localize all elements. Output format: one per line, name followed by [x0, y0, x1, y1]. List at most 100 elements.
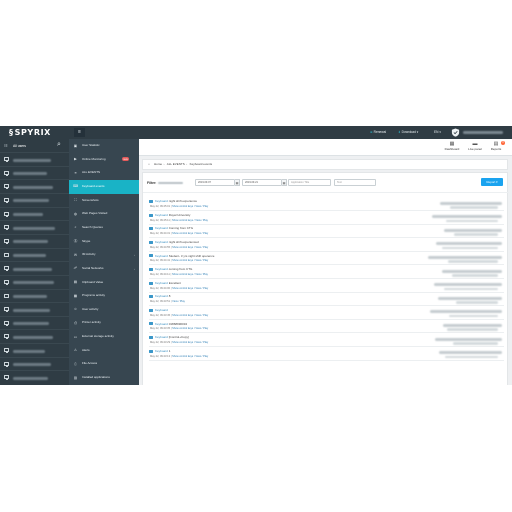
- nav-item-im-activity[interactable]: ✉ IM Activity ‹: [69, 248, 139, 262]
- user-list-item[interactable]: [0, 343, 69, 357]
- event-title: Keyboard 01868990034: [155, 322, 187, 326]
- event-row: Keyboard Student- 3 yrs night shift oper…: [149, 252, 504, 266]
- all-users-header[interactable]: ☷ All users ⌕: [0, 139, 69, 152]
- event-title: Keyboard [Control+Copy]: [155, 335, 189, 339]
- event-action-links[interactable]: Show control keys / View / Play: [172, 287, 208, 290]
- event-action-links[interactable]: Show control keys / View / Play: [172, 219, 208, 222]
- user-list-item[interactable]: [0, 192, 69, 207]
- user-list-item[interactable]: [0, 274, 69, 289]
- nav-item-label: IM Activity: [82, 252, 96, 257]
- nav-item-label: Installed applications: [82, 375, 110, 380]
- users-panel: ☷ All users ⌕: [0, 139, 69, 385]
- calendar-icon[interactable]: ▦: [282, 178, 287, 186]
- user-list-item[interactable]: [0, 206, 69, 221]
- event-action-links[interactable]: Show control keys / View / Play: [172, 205, 208, 208]
- user-list-item[interactable]: [0, 329, 69, 343]
- main-content: ▦ Dashboard ▬ Live panel ▤ Reports 0 ⌂ H…: [139, 139, 512, 385]
- nav-item-search-queries[interactable]: ⌕ Search Queries: [69, 221, 139, 235]
- user-list-item[interactable]: [0, 302, 69, 316]
- application-redacted: [453, 342, 498, 345]
- renewal-link[interactable]: ⊕Renewal: [370, 130, 386, 135]
- breadcrumb-home[interactable]: Home: [154, 162, 162, 166]
- user-name-redacted: [13, 322, 49, 326]
- user-list-item[interactable]: [0, 261, 69, 275]
- nav-item-skype[interactable]: Ⓢ Skype: [69, 235, 139, 249]
- nav-item-label: Programs activity: [82, 293, 106, 298]
- user-list-item[interactable]: [0, 152, 69, 166]
- nav-item-user-activity[interactable]: ☺ User activity: [69, 303, 139, 317]
- hamburger-icon[interactable]: ≡: [74, 128, 85, 137]
- home-icon[interactable]: ⌂: [148, 160, 150, 169]
- spyrix-logo[interactable]: § SPYRIX: [9, 128, 51, 137]
- event-meta: May 22, 09:43:51 | View / Play: [150, 300, 185, 304]
- keyboard-icon: [149, 213, 153, 217]
- nav-item-clipboard-value[interactable]: ▤ Clipboard Value: [69, 276, 139, 290]
- event-action-links[interactable]: Show control keys / View / Play: [172, 232, 208, 235]
- nav-item-keyboard-events[interactable]: ⌨ Keyboard events: [69, 179, 139, 194]
- user-list-item[interactable]: [0, 370, 69, 384]
- nav-item-installed-applications[interactable]: ▥ Installed applications: [69, 371, 139, 385]
- application-redacted: [444, 287, 498, 291]
- monitor-icon: [4, 293, 9, 299]
- application-title-input[interactable]: Application Title: [288, 178, 331, 186]
- report-button[interactable]: Report ▾: [481, 178, 503, 186]
- nav-item-external-storage-activity[interactable]: ▭ External storage activity: [69, 330, 139, 344]
- reports-badge: 0: [501, 140, 505, 145]
- application-redacted: [448, 260, 498, 263]
- reports-button[interactable]: ▤ Reports 0: [485, 140, 507, 154]
- event-action-links[interactable]: Show control keys / View / Play: [172, 341, 208, 344]
- user-list-item[interactable]: [0, 165, 69, 180]
- user-list-item[interactable]: [0, 233, 69, 248]
- date-from-input[interactable]: 2019.09.07: [195, 178, 235, 186]
- event-action-links[interactable]: Show control keys / View / Play: [172, 327, 208, 330]
- user-list-item[interactable]: [0, 315, 69, 330]
- nav-item-label: Printer activity: [82, 320, 101, 325]
- event-action-links[interactable]: Show control keys / View / Play: [172, 314, 208, 317]
- event-text: Excellent: [168, 280, 181, 285]
- user-list-item[interactable]: [0, 220, 69, 234]
- event-action-links[interactable]: Show control keys / View / Play: [172, 273, 208, 276]
- reports-label: Reports: [490, 147, 502, 151]
- user-list-item[interactable]: [0, 288, 69, 303]
- event-time: May 22, 09:43:29: [150, 341, 171, 344]
- nav-item-programs-activity[interactable]: ▦ Programs activity: [69, 289, 139, 303]
- window-title-redacted: [439, 351, 502, 355]
- dashboard-button[interactable]: ▦ Dashboard: [441, 141, 463, 154]
- event-action-links[interactable]: Show control keys / View / Play: [172, 246, 208, 249]
- application-redacted: [442, 246, 498, 250]
- window-title-redacted: [438, 296, 502, 300]
- account-menu[interactable]: [463, 130, 503, 134]
- language-dropdown[interactable]: EN ▾: [434, 130, 441, 135]
- event-title: Keyboard Coming from CTG: [155, 226, 193, 230]
- nav-item-printer-activity[interactable]: ⎙ Printer activity: [69, 316, 139, 330]
- nav-item-screenshots[interactable]: ⛶ Screenshots: [69, 194, 139, 208]
- user-name-redacted: [13, 363, 51, 367]
- search-icon[interactable]: ⌕: [57, 141, 61, 148]
- event-action-links[interactable]: Show control keys / View / Play: [172, 259, 208, 262]
- user-list-item[interactable]: [0, 356, 69, 371]
- event-action-links[interactable]: Show control keys / View / Play: [172, 355, 208, 358]
- nav-item-online-monitoring[interactable]: ▶ Online Monitoring new: [69, 153, 139, 167]
- event-meta: May 22, 09:44:31 | Show control keys / V…: [150, 232, 209, 236]
- nav-item-web-pages-visited[interactable]: ◍ Web Pages Visited: [69, 207, 139, 221]
- live-panel-button[interactable]: ▬ Live panel: [464, 141, 486, 154]
- nav-item-user-statistic[interactable]: ▣ User Statistic: [69, 139, 139, 153]
- date-to-input[interactable]: 2019.09.21: [242, 178, 282, 186]
- calendar-icon[interactable]: ▦: [235, 178, 240, 186]
- text-search-input[interactable]: Text: [334, 178, 376, 186]
- user-list-item[interactable]: [0, 247, 69, 262]
- nav-item-alerts[interactable]: ⚠ Alerts: [69, 344, 139, 358]
- event-action-links[interactable]: View / Play: [172, 300, 185, 303]
- breadcrumb-all-events[interactable]: ALL EVENTS: [167, 162, 185, 166]
- keyboard-icon: [149, 322, 153, 326]
- nav-item-social-networks[interactable]: ☍ Social Networks ‹: [69, 262, 139, 276]
- download-dropdown[interactable]: ⬇Download ▾: [398, 130, 418, 135]
- nav-item-label: User Statistic: [82, 143, 100, 147]
- monitor-icon: [4, 307, 9, 312]
- nav-item-all-events[interactable]: ≡ ALL EVENTS: [69, 166, 139, 180]
- shield-check-icon[interactable]: [451, 128, 460, 137]
- window-title-redacted: [442, 269, 502, 273]
- nav-item-file-access[interactable]: ▯ File Access: [69, 357, 139, 371]
- user-list-item[interactable]: [0, 179, 69, 193]
- download-label: Download: [401, 130, 416, 134]
